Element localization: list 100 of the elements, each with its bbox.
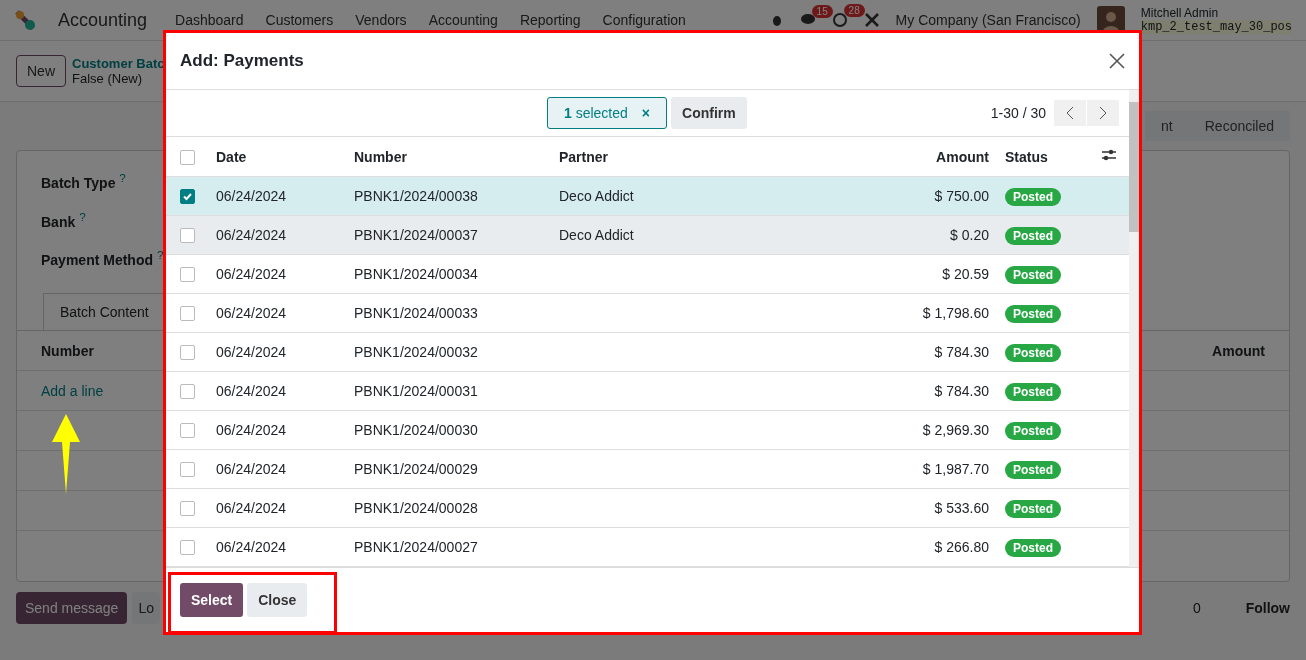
table-cell: PBNK1/2024/00034: [346, 254, 551, 294]
table-row[interactable]: 06/24/2024 PBNK1/2024/00029 $ 1,987.70 Posted: [166, 449, 1129, 489]
log-note-button[interactable]: Lo: [132, 592, 160, 624]
table-cell: PBNK1/2024/00033: [346, 293, 551, 333]
table-cell: PBNK1/2024/00027: [346, 527, 551, 567]
help-mark[interactable]: ?: [156, 248, 164, 262]
table-cell: $ 533.60: [785, 488, 997, 528]
table-cell: 06/24/2024: [208, 332, 346, 372]
row-checkbox[interactable]: [180, 306, 195, 322]
status-badge: Posted: [1005, 344, 1061, 362]
row-checkbox[interactable]: [180, 501, 195, 517]
settings-icon[interactable]: [1101, 148, 1117, 162]
breadcrumb-link[interactable]: Customer Batc: [72, 56, 165, 71]
table-cell: 06/24/2024: [208, 410, 346, 450]
notebook-tab[interactable]: Batch Content: [43, 293, 166, 330]
table-row[interactable]: 06/24/2024 PBNK1/2024/00038 Deco Addict $ 750.00 Posted: [166, 176, 1129, 216]
table-row[interactable]: 06/24/2024 PBNK1/2024/00030 $ 2,969.30 Posted: [166, 410, 1129, 450]
table-cell: PBNK1/2024/00032: [346, 332, 551, 372]
status-badge: Posted: [1005, 422, 1061, 440]
column-header: Amount: [1212, 342, 1265, 359]
table-row[interactable]: 06/24/2024 PBNK1/2024/00031 $ 784.30 Posted: [166, 371, 1129, 411]
row-checkbox[interactable]: [180, 384, 195, 400]
table-cell: PBNK1/2024/00037: [346, 215, 551, 255]
add-line-link[interactable]: Add a line: [41, 382, 104, 399]
table-cell: $ 1,798.60: [785, 293, 997, 333]
previous-button[interactable]: [1054, 100, 1086, 126]
column-header[interactable]: Status: [997, 137, 1093, 177]
table-row[interactable]: 06/24/2024 PBNK1/2024/00027 $ 266.80 Posted: [166, 527, 1129, 567]
logo-icon: [14, 9, 36, 31]
table-cell: Deco Addict: [551, 176, 785, 216]
menu-item[interactable]: Accounting: [428, 12, 498, 28]
table-cell: 06/24/2024: [208, 527, 346, 567]
column-header[interactable]: Date: [208, 137, 346, 177]
row-checkbox[interactable]: [180, 462, 195, 478]
status-badge: Posted: [1005, 305, 1061, 323]
menu-item[interactable]: Configuration: [602, 12, 686, 28]
confirm-button[interactable]: Confirm: [671, 97, 747, 129]
chevron-right-icon: [1099, 106, 1107, 120]
table-cell: $ 1,987.70: [785, 449, 997, 489]
status-stage[interactable]: nt: [1145, 111, 1189, 141]
column-header[interactable]: Number: [346, 137, 551, 177]
field-label: Payment Method: [41, 251, 153, 268]
row-checkbox[interactable]: [180, 189, 195, 205]
pager-value[interactable]: 1-30 / 30: [990, 105, 1046, 121]
table-row[interactable]: 06/24/2024 PBNK1/2024/00034 $ 20.59 Posted: [166, 254, 1129, 294]
table-cell: $ 20.59: [785, 254, 997, 294]
table-cell: 06/24/2024: [208, 176, 346, 216]
next-button[interactable]: [1087, 100, 1119, 126]
message-count: 15: [811, 5, 833, 18]
status-stage[interactable]: Reconciled: [1188, 111, 1290, 141]
company-name[interactable]: My Company (San Francisco): [895, 12, 1081, 28]
table-row[interactable]: 06/24/2024 PBNK1/2024/00028 $ 533.60 Posted: [166, 488, 1129, 528]
row-checkbox[interactable]: [180, 267, 195, 283]
status-badge: Posted: [1005, 383, 1061, 401]
select-all-checkbox[interactable]: [180, 149, 195, 165]
dialog-title: Add: Payments: [180, 51, 304, 71]
record-name: False (New): [72, 71, 144, 86]
status-badge: Posted: [1005, 500, 1061, 518]
chevron-left-icon: [1066, 106, 1074, 120]
close-button[interactable]: Close: [247, 583, 308, 617]
table-row[interactable]: 06/24/2024 PBNK1/2024/00032 $ 784.30 Posted: [166, 332, 1129, 372]
row-checkbox[interactable]: [180, 423, 195, 439]
menu-item[interactable]: Vendors: [355, 12, 407, 28]
send-message-button[interactable]: Send message: [16, 592, 128, 624]
close-icon[interactable]: [1109, 53, 1125, 69]
status-badge: Posted: [1005, 188, 1061, 206]
follower-count[interactable]: 0: [1192, 600, 1201, 616]
row-checkbox[interactable]: [180, 345, 195, 361]
menu-item[interactable]: Dashboard: [175, 12, 244, 28]
database-name: kmp_2_test_may_30_pos: [1140, 20, 1292, 34]
row-checkbox[interactable]: [180, 540, 195, 556]
menu-item[interactable]: Reporting: [519, 12, 581, 28]
help-mark[interactable]: ?: [119, 171, 126, 184]
table-cell: Deco Addict: [551, 215, 785, 255]
menu-item[interactable]: Customers: [265, 12, 334, 28]
help-mark[interactable]: ?: [79, 209, 86, 223]
selection-button[interactable]: 1 selected ×: [547, 97, 668, 129]
scrollbar[interactable]: [1129, 90, 1139, 567]
clock-icon[interactable]: [831, 12, 848, 28]
select-button[interactable]: Select: [180, 583, 244, 617]
column-header[interactable]: Partner: [551, 137, 785, 177]
status-badge: Posted: [1005, 461, 1061, 479]
status-badge: Posted: [1005, 227, 1061, 245]
table-cell: 06/24/2024: [208, 371, 346, 411]
chat-icon[interactable]: [799, 13, 816, 27]
app-name[interactable]: Accounting: [58, 9, 148, 31]
table-cell: PBNK1/2024/00028: [346, 488, 551, 528]
column-header[interactable]: Amount: [785, 137, 997, 177]
follow-link[interactable]: Follow: [1245, 600, 1290, 616]
row-checkbox[interactable]: [180, 228, 195, 244]
tools-icon[interactable]: [863, 12, 880, 28]
user-name[interactable]: Mitchell Admin: [1140, 6, 1292, 20]
table-row[interactable]: 06/24/2024 PBNK1/2024/00033 $ 1,798.60 Posted: [166, 293, 1129, 333]
table-cell: $ 2,969.30: [785, 410, 997, 450]
new-button[interactable]: New: [16, 55, 66, 87]
table-cell: $ 0.20: [785, 215, 997, 255]
column-header: Number: [41, 342, 94, 359]
table-cell: 06/24/2024: [208, 254, 346, 294]
table-row[interactable]: 06/24/2024 PBNK1/2024/00037 Deco Addict $ 0.20 Posted: [166, 215, 1129, 255]
table-cell: PBNK1/2024/00029: [346, 449, 551, 489]
